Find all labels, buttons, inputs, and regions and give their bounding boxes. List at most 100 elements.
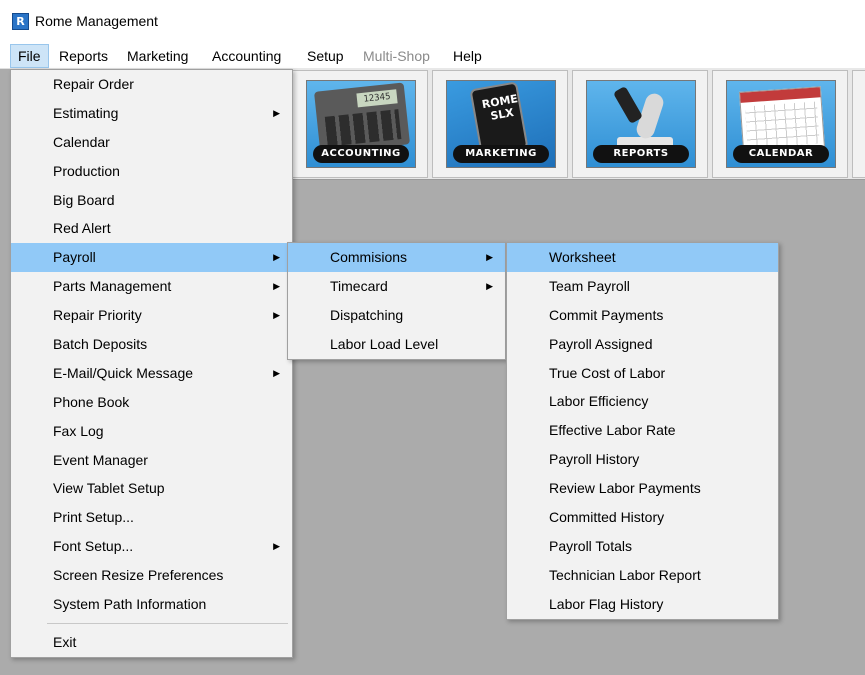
file-menu-item-repair-order[interactable]: Repair Order bbox=[11, 70, 292, 99]
menu-item-label: Screen Resize Preferences bbox=[53, 567, 224, 584]
menu-item-label: Team Payroll bbox=[549, 277, 630, 294]
menu-item-label: System Path Information bbox=[53, 596, 207, 613]
file-menu-item-view-tablet-setup[interactable]: View Tablet Setup bbox=[11, 474, 292, 503]
menu-item-label: Production bbox=[53, 162, 120, 179]
menu-item-label: Labor Efficiency bbox=[549, 393, 649, 410]
menu-item-label: Payroll bbox=[53, 249, 96, 266]
file-menu-item-repair-priority[interactable]: Repair Priority ▶ bbox=[11, 301, 292, 330]
phone-icon: ROME SLX MARKETING bbox=[446, 80, 556, 168]
commisions-menu-item-effective-labor-rate[interactable]: Effective Labor Rate bbox=[507, 416, 778, 445]
menu-separator bbox=[11, 619, 292, 628]
commisions-menu-item-payroll-history[interactable]: Payroll History bbox=[507, 445, 778, 474]
menubar-marketing[interactable]: Marketing bbox=[120, 44, 195, 68]
menu-item-label: Repair Order bbox=[53, 76, 134, 92]
menu-item-label: Font Setup... bbox=[53, 538, 134, 555]
file-menu-item-batch-deposits[interactable]: Batch Deposits bbox=[11, 330, 292, 359]
menu-item-label: Review Labor Payments bbox=[549, 480, 701, 497]
menubar-accounting[interactable]: Accounting bbox=[205, 44, 288, 68]
menu-item-label: Labor Flag History bbox=[549, 595, 664, 612]
commisions-menu-item-review-labor-payments[interactable]: Review Labor Payments bbox=[507, 474, 778, 503]
menu-item-label: Red Alert bbox=[53, 220, 111, 237]
menu-item-label: Timecard bbox=[330, 277, 388, 294]
commisions-menu-item-commit-payments[interactable]: Commit Payments bbox=[507, 301, 778, 330]
file-menu-item-estimating[interactable]: Estimating ▶ bbox=[11, 99, 292, 128]
chevron-right-icon: ▶ bbox=[273, 310, 280, 321]
menu-item-label: Effective Labor Rate bbox=[549, 422, 676, 439]
accounting-tile[interactable]: 12345 ACCOUNTING bbox=[292, 70, 428, 178]
file-menu-item-system-path-information[interactable]: System Path Information bbox=[11, 590, 292, 619]
file-menu-item-payroll[interactable]: Payroll ▶ bbox=[11, 243, 292, 273]
menu-item-label: Print Setup... bbox=[53, 509, 134, 526]
chevron-right-icon: ▶ bbox=[486, 280, 493, 291]
calendar-tile[interactable]: CALENDAR bbox=[712, 70, 848, 178]
toolbar: 12345 ACCOUNTING ROME SLX MARKETING REPO… bbox=[292, 68, 865, 180]
menu-item-label: Exit bbox=[53, 633, 77, 650]
commisions-menu-item-worksheet[interactable]: Worksheet bbox=[507, 243, 778, 272]
reports-tile[interactable]: REPORTS bbox=[572, 70, 708, 178]
commisions-menu-item-team-payroll[interactable]: Team Payroll bbox=[507, 272, 778, 301]
menu-item-label: Worksheet bbox=[549, 249, 616, 265]
menu-item-label: Committed History bbox=[549, 509, 665, 526]
menubar-help[interactable]: Help bbox=[446, 44, 489, 68]
marketing-label: MARKETING bbox=[453, 145, 549, 163]
accounting-label: ACCOUNTING bbox=[313, 145, 409, 163]
commisions-menu-item-payroll-totals[interactable]: Payroll Totals bbox=[507, 532, 778, 561]
chevron-right-icon: ▶ bbox=[273, 252, 280, 263]
commisions-menu-item-committed-history[interactable]: Committed History bbox=[507, 503, 778, 532]
menu-item-label: Fax Log bbox=[53, 422, 104, 439]
menu-item-label: Commisions bbox=[330, 249, 408, 265]
microscope-icon: REPORTS bbox=[586, 80, 696, 168]
file-menu-item-font-setup[interactable]: Font Setup... ▶ bbox=[11, 532, 292, 561]
calendar-icon: CALENDAR bbox=[726, 80, 836, 168]
menu-item-label: Payroll Assigned bbox=[549, 335, 653, 352]
menu-item-label: Batch Deposits bbox=[53, 336, 148, 353]
file-menu-item-print-setup[interactable]: Print Setup... bbox=[11, 503, 292, 532]
chevron-right-icon: ▶ bbox=[273, 367, 280, 378]
menu-item-label: Estimating bbox=[53, 104, 119, 121]
rome-app-icon[interactable]: R bbox=[12, 13, 29, 30]
menu-item-label: Big Board bbox=[53, 191, 115, 208]
window-title: Rome Management bbox=[35, 13, 158, 29]
commisions-menu-item-labor-flag-history[interactable]: Labor Flag History bbox=[507, 590, 778, 619]
file-menu-item-fax-log[interactable]: Fax Log bbox=[11, 417, 292, 446]
file-menu-item-event-manager[interactable]: Event Manager bbox=[11, 446, 292, 475]
file-menu-item-production[interactable]: Production bbox=[11, 157, 292, 186]
payroll-menu-item-dispatching[interactable]: Dispatching bbox=[288, 301, 505, 330]
file-menu-item-calendar[interactable]: Calendar bbox=[11, 128, 292, 157]
chevron-right-icon: ▶ bbox=[273, 541, 280, 552]
file-menu-item-big-board[interactable]: Big Board bbox=[11, 186, 292, 215]
marketing-tile[interactable]: ROME SLX MARKETING bbox=[432, 70, 568, 178]
file-menu-item-exit[interactable]: Exit bbox=[11, 628, 292, 657]
menu-item-label: Parts Management bbox=[53, 278, 172, 295]
menubar-reports[interactable]: Reports bbox=[52, 44, 115, 68]
payroll-submenu: Commisions ▶ Timecard ▶ Dispatching Labor Loa… bbox=[287, 242, 506, 360]
menu-item-label: Payroll History bbox=[549, 451, 640, 468]
commisions-menu-item-technician-labor-report[interactable]: Technician Labor Report bbox=[507, 561, 778, 590]
payroll-menu-item-timecard[interactable]: Timecard ▶ bbox=[288, 272, 505, 301]
calendar-label: CALENDAR bbox=[733, 145, 829, 163]
file-menu-item-e-mail-quick-message[interactable]: E-Mail/Quick Message ▶ bbox=[11, 359, 292, 388]
menu-item-label: Calendar bbox=[53, 133, 110, 150]
file-menu-item-screen-resize-preferences[interactable]: Screen Resize Preferences bbox=[11, 561, 292, 590]
file-menu-item-red-alert[interactable]: Red Alert bbox=[11, 214, 292, 243]
file-menu-item-parts-management[interactable]: Parts Management ▶ bbox=[11, 272, 292, 301]
commisions-menu-item-true-cost-of-labor[interactable]: True Cost of Labor bbox=[507, 359, 778, 388]
menu-item-label: True Cost of Labor bbox=[549, 364, 666, 381]
payroll-menu-item-commisions[interactable]: Commisions ▶ bbox=[288, 243, 505, 272]
menu-item-label: Phone Book bbox=[53, 393, 130, 410]
menu-item-label: Event Manager bbox=[53, 451, 148, 468]
file-menu-item-phone-book[interactable]: Phone Book bbox=[11, 388, 292, 417]
menubar-setup[interactable]: Setup bbox=[300, 44, 351, 68]
menu-item-label: View Tablet Setup bbox=[53, 480, 165, 497]
calculator-icon: 12345 ACCOUNTING bbox=[306, 80, 416, 168]
menubar-multi-shop: Multi-Shop bbox=[363, 48, 430, 64]
commisions-menu-item-labor-efficiency[interactable]: Labor Efficiency bbox=[507, 387, 778, 416]
next-tile[interactable] bbox=[852, 70, 865, 178]
payroll-menu-item-labor-load-level[interactable]: Labor Load Level bbox=[288, 330, 505, 359]
reports-label: REPORTS bbox=[593, 145, 689, 163]
commisions-submenu: Worksheet Team Payroll Commit Payments Payr… bbox=[506, 242, 779, 620]
menu-item-label: Payroll Totals bbox=[549, 537, 633, 554]
menubar-file[interactable]: File bbox=[10, 44, 49, 68]
commisions-menu-item-payroll-assigned[interactable]: Payroll Assigned bbox=[507, 330, 778, 359]
chevron-right-icon: ▶ bbox=[273, 281, 280, 292]
